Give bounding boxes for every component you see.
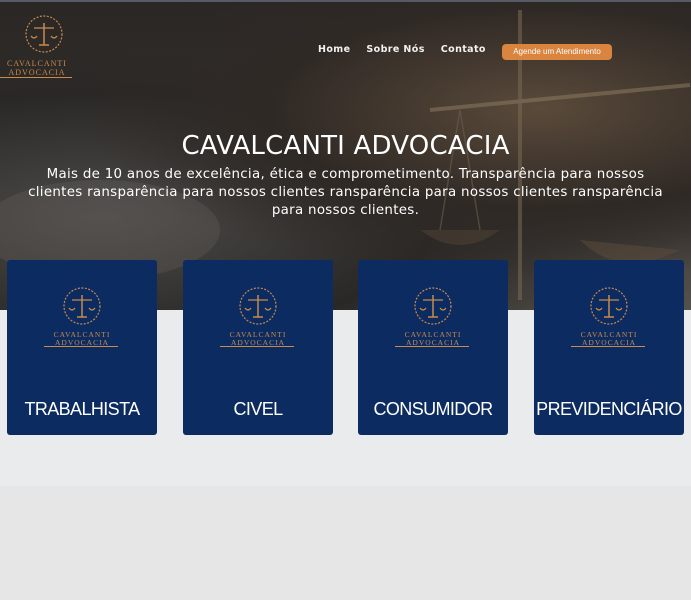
card-emblem-underline [44,346,118,347]
card-emblem: CAVALCANTI ADVOCACIA [358,286,508,347]
main-nav: Home Sobre Nós Contato [318,44,502,55]
card-emblem-underline [571,346,645,347]
practice-area-label: CIVEL [233,399,283,419]
brand-name-line2: ADVOCACIA [8,68,66,77]
practice-area-label: PREVIDENCIÁRIO [536,399,682,419]
brand-underline [0,77,72,78]
practice-area-label: CONSUMIDOR [373,399,494,419]
scales-emblem-icon [63,287,101,325]
nav-home-link[interactable]: Home [318,44,350,55]
nav-about-link[interactable]: Sobre Nós [366,44,424,55]
card-emblem: CAVALCANTI ADVOCACIA [183,286,333,347]
card-emblem-underline [395,346,469,347]
card-emblem: CAVALCANTI ADVOCACIA [534,286,684,347]
scales-emblem-icon [590,287,628,325]
practice-area-card[interactable]: CAVALCANTI ADVOCACIA TRABALHISTA [7,260,157,435]
practice-area-card[interactable]: CAVALCANTI ADVOCACIA CIVEL [183,260,333,435]
brand-name-line1: CAVALCANTI [7,59,67,68]
card-emblem-underline [220,346,294,347]
hero-subtitle: Mais de 10 anos de excelência, ética e c… [28,167,663,218]
schedule-appointment-button[interactable]: Agende um Atendimento [502,44,612,60]
card-emblem: CAVALCANTI ADVOCACIA [7,286,157,347]
hero-title: CAVALCANTI ADVOCACIA [181,131,510,161]
brand-logo[interactable]: CAVALCANTI ADVOCACIA [0,14,74,78]
scales-emblem-icon [414,287,452,325]
practice-area-card[interactable]: CAVALCANTI ADVOCACIA CONSUMIDOR [358,260,508,435]
nav-contact-link[interactable]: Contato [441,44,486,55]
scales-emblem-icon [25,15,63,53]
practice-area-label: TRABALHISTA [24,399,140,419]
practice-area-card[interactable]: CAVALCANTI ADVOCACIA PREVIDENCIÁRIO [534,260,684,435]
scales-emblem-icon [239,287,277,325]
